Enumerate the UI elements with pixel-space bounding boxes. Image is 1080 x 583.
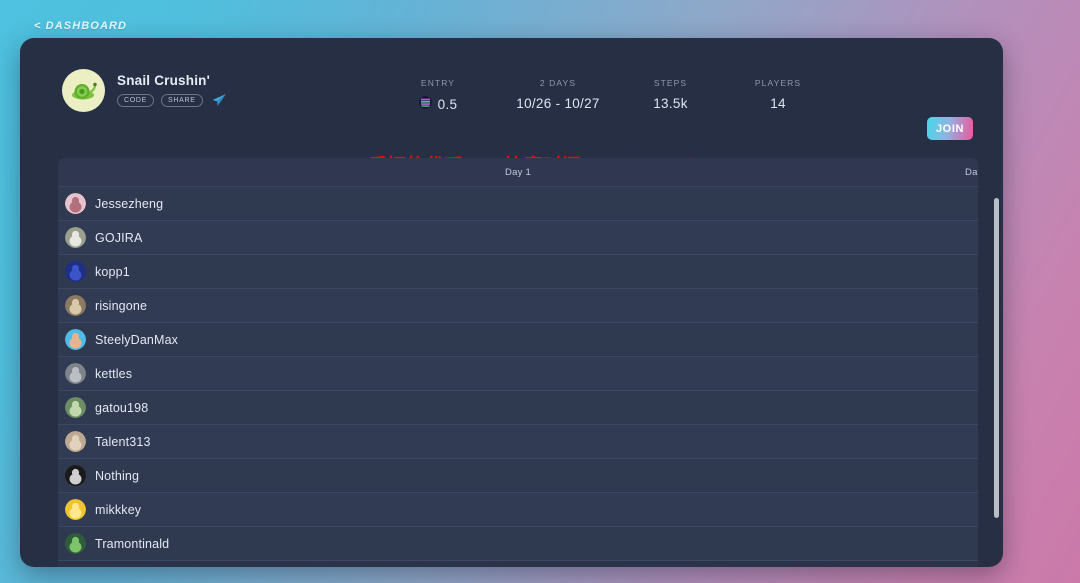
table-header: Day 1 Day 2 [58,158,978,187]
column-header-day2: Day 2 [964,166,978,178]
table-body: Jessezheng GOJIRA kopp1 risingone SteelyDanM… [58,187,978,567]
table-row[interactable]: kettles [58,357,978,391]
table-row[interactable]: Tramontinald [58,527,978,561]
join-button[interactable]: JOIN [927,117,973,140]
avatar [65,397,86,418]
snail-icon [62,69,105,112]
player-name: Nothing [95,468,140,483]
table-row[interactable]: Jessezheng [58,187,978,221]
code-badge[interactable]: CODE [117,94,155,107]
player-name: SteelyDanMax [95,332,179,347]
avatar [65,295,86,316]
profile-meta: Snail Crushin' CODE SHARE [117,73,227,108]
table-row[interactable]: GOJIRA [58,221,978,255]
avatar [65,329,86,350]
share-badge[interactable]: SHARE [161,94,203,107]
profile-block: Snail Crushin' CODE SHARE [62,69,227,112]
stat-value: 10/26 - 10/27 [516,96,600,111]
avatar [65,499,86,520]
player-name: Talent313 [95,434,151,449]
stat-value: 14 [770,96,786,111]
challenge-card: Snail Crushin' CODE SHARE ENTRY 0.5 2 DA… [20,38,1003,567]
player-name: gatou198 [95,400,149,415]
stat-steps: STEPS 13.5k [618,78,723,111]
stat-value-wrap: 0.5 [378,96,498,112]
avatar [65,227,86,248]
avatar [65,193,86,214]
card-header: Snail Crushin' CODE SHARE ENTRY 0.5 2 DA… [20,38,1003,188]
avatar [65,261,86,282]
stat-label: ENTRY [420,78,456,88]
entry-amount: 0.5 [437,96,458,112]
table-row[interactable]: SteelyDanMax [58,323,978,357]
player-name: Jessezheng [95,196,164,211]
player-name: mikkkey [95,502,142,517]
player-name: risingone [95,298,148,313]
table-row[interactable]: mikkkey [58,493,978,527]
stat-players: PLAYERS 14 [723,78,833,111]
stat-entry: ENTRY 0.5 [378,78,498,112]
paper-plane-icon[interactable] [211,93,227,108]
player-name: kettles [95,366,133,381]
page-title: Snail Crushin' [117,73,211,88]
vertical-scrollbar[interactable] [994,190,1000,567]
breadcrumb[interactable]: < DASHBOARD [34,20,127,32]
avatar [65,533,86,554]
leaderboard-table: Day 1 Day 2 Jessezheng GOJIRA kopp1 risingo… [58,158,978,567]
badge-group: CODE SHARE [117,93,227,108]
table-row[interactable]: risingone [58,289,978,323]
scrollbar-thumb[interactable] [994,198,999,518]
stat-label: 2 DAYS [539,78,577,88]
table-row[interactable]: Talent313 [58,425,978,459]
stats-group: ENTRY 0.5 2 DAYS 10/26 - 10/27 STEPS 13.… [378,78,833,112]
avatar [65,363,86,384]
stat-duration: 2 DAYS 10/26 - 10/27 [498,78,618,111]
stat-label: STEPS [653,78,688,88]
avatar [65,431,86,452]
table-row[interactable]: gatou198 [58,391,978,425]
player-name: GOJIRA [95,230,143,245]
token-icon [418,96,432,112]
player-name: kopp1 [95,264,130,279]
player-name: Tramontinald [95,536,170,551]
stat-label: PLAYERS [754,78,802,88]
avatar [65,465,86,486]
table-row[interactable]: Nothing [58,459,978,493]
stat-value: 13.5k [653,96,688,111]
table-row[interactable]: kopp1 [58,255,978,289]
